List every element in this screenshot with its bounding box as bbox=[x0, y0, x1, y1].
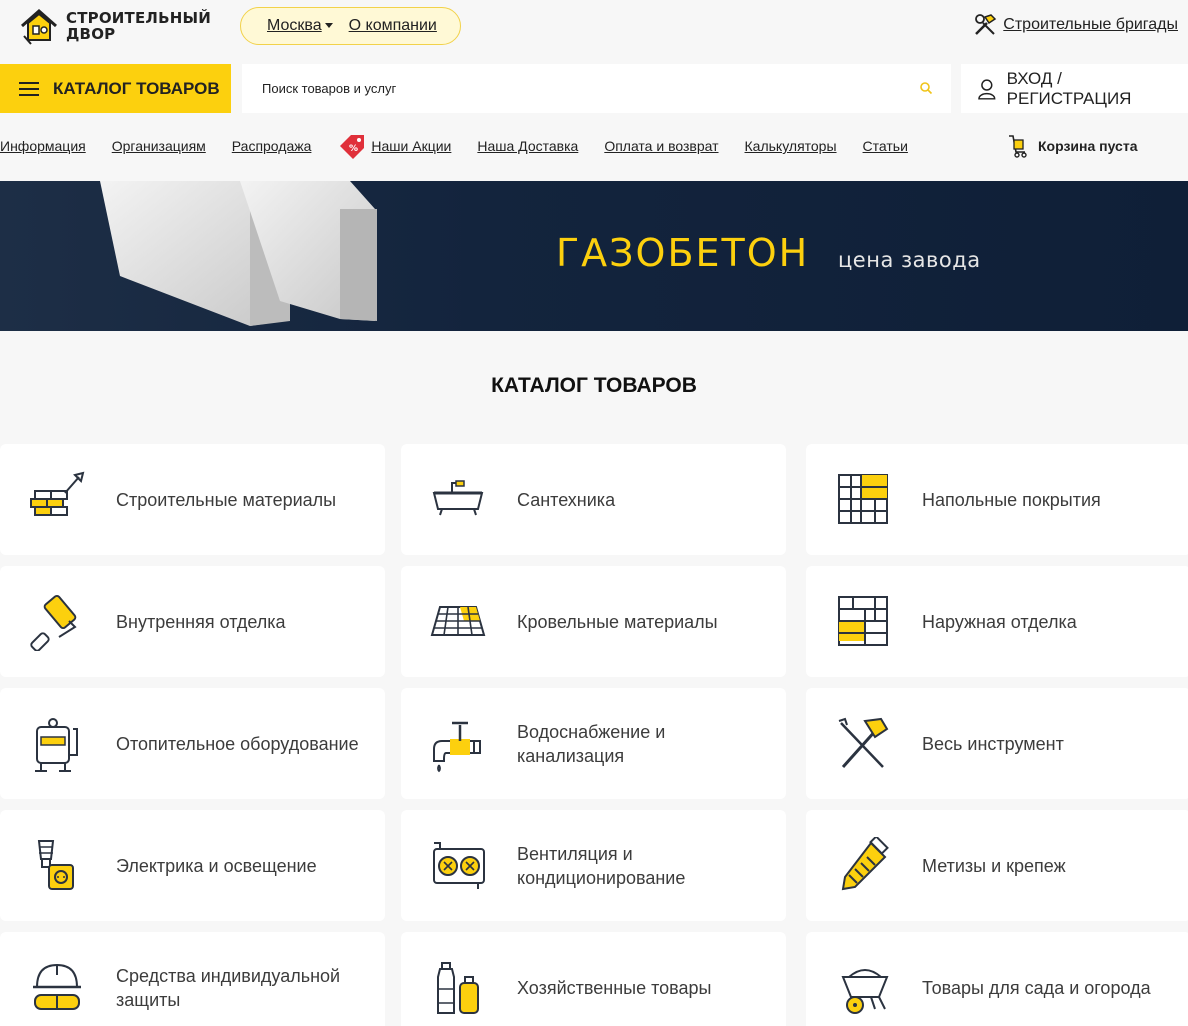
category-card[interactable]: Отопительное оборудование bbox=[0, 688, 385, 799]
user-icon bbox=[978, 78, 996, 100]
hammer-screwdriver-icon bbox=[806, 688, 922, 799]
category-label: Водоснабжение и канализация bbox=[517, 721, 666, 766]
search-icon[interactable] bbox=[919, 81, 933, 95]
category-card[interactable]: Средства индивидуальной защиты bbox=[0, 932, 385, 1026]
bricks-trowel-icon bbox=[0, 444, 116, 555]
bathtub-icon bbox=[401, 444, 517, 555]
house-logo-icon bbox=[21, 8, 57, 45]
nav-item-payment[interactable]: Оплата и возврат bbox=[604, 138, 718, 154]
wheelbarrow-icon bbox=[806, 932, 922, 1026]
aerated-concrete-blocks-image bbox=[100, 181, 377, 326]
discount-tag-icon: % bbox=[340, 135, 365, 159]
category-card[interactable]: Кровельные материалы bbox=[401, 566, 786, 677]
nav-item-articles[interactable]: Статьи bbox=[863, 138, 908, 154]
nav-item-organizations[interactable]: Организациям bbox=[112, 138, 206, 154]
nav-item-sale[interactable]: Распродажа bbox=[232, 138, 312, 154]
category-label: Строительные материалы bbox=[116, 489, 337, 510]
svg-text:%: % bbox=[349, 144, 358, 154]
city-label: Москва bbox=[267, 17, 322, 34]
category-label: Отопительное оборудование bbox=[116, 733, 359, 754]
cleaning-bottles-icon bbox=[401, 932, 517, 1026]
category-card[interactable]: Товары для сада и огорода bbox=[806, 932, 1188, 1026]
logo-line1: СТРОИТЕЛЬНЫЙ bbox=[66, 9, 211, 27]
boiler-icon bbox=[0, 688, 116, 799]
category-card[interactable]: Напольные покрытия bbox=[806, 444, 1188, 555]
catalog-title: КАТАЛОГ ТОВАРОВ bbox=[491, 374, 697, 397]
banner-subtitle: цена завода bbox=[838, 248, 981, 272]
about-link[interactable]: О компании bbox=[349, 17, 437, 35]
login-label: ВХОД / РЕГИСТРАЦИЯ bbox=[1006, 68, 1132, 108]
caret-down-icon bbox=[324, 23, 333, 29]
ventilation-unit-icon bbox=[401, 810, 517, 921]
top-bar: СТРОИТЕЛЬНЫЙ ДВОР Москва О компании Стро… bbox=[0, 0, 1188, 54]
search-bar bbox=[242, 64, 951, 113]
category-label: Весь инструмент bbox=[922, 733, 1064, 754]
city-about-pill: Москва О компании bbox=[240, 7, 461, 45]
cart-link[interactable]: Корзина пуста bbox=[1006, 134, 1137, 158]
category-label: Кровельные материалы bbox=[517, 611, 718, 632]
nav-item-calculators[interactable]: Калькуляторы bbox=[745, 138, 837, 154]
category-label: Метизы и крепеж bbox=[922, 855, 1066, 876]
screw-icon bbox=[806, 810, 922, 921]
category-card[interactable]: Сантехника bbox=[401, 444, 786, 555]
category-card[interactable]: Внутренняя отделка bbox=[0, 566, 385, 677]
brigades-link[interactable]: Строительные бригады bbox=[1003, 16, 1178, 34]
category-card[interactable]: Строительные материалы bbox=[0, 444, 385, 555]
search-input[interactable] bbox=[262, 81, 902, 96]
category-label: Средства индивидуальной защиты bbox=[116, 965, 341, 1010]
category-label: Сантехника bbox=[517, 489, 616, 510]
cart-label: Корзина пуста bbox=[1038, 138, 1138, 154]
nav-item-promos[interactable]: % Наши Акции bbox=[337, 132, 451, 160]
catalog-button-label: КАТАЛОГ ТОВАРОВ bbox=[53, 78, 220, 98]
banner-title: ГАЗОБЕТОН bbox=[556, 231, 810, 275]
nav-item-promos-label: Наши Акции bbox=[371, 138, 452, 154]
helmet-goggles-icon bbox=[0, 932, 116, 1026]
category-card[interactable]: Весь инструмент bbox=[806, 688, 1188, 799]
category-label: Электрика и освещение bbox=[116, 855, 317, 876]
nav-item-delivery[interactable]: Наша Доставка bbox=[477, 138, 578, 154]
category-card[interactable]: Вентиляция и кондиционирование bbox=[401, 810, 786, 921]
facade-panels-icon bbox=[806, 566, 922, 677]
logo-line2: ДВОР bbox=[66, 25, 116, 43]
category-card[interactable]: Наружная отделка bbox=[806, 566, 1188, 677]
main-nav: Информация Организациям Распродажа % Наш… bbox=[0, 128, 934, 164]
floor-tiles-icon bbox=[806, 444, 922, 555]
cart-icon bbox=[1009, 135, 1027, 158]
logo[interactable]: СТРОИТЕЛЬНЫЙ ДВОР bbox=[18, 6, 211, 46]
catalog-button[interactable]: КАТАЛОГ ТОВАРОВ bbox=[0, 64, 231, 113]
category-card[interactable]: Водоснабжение и канализация bbox=[401, 688, 786, 799]
category-label: Хозяйственные товары bbox=[517, 977, 712, 998]
menu-icon bbox=[19, 81, 39, 96]
category-card[interactable]: Хозяйственные товары bbox=[401, 932, 786, 1026]
nav-item-info[interactable]: Информация bbox=[0, 138, 86, 154]
roof-tiles-icon bbox=[401, 566, 517, 677]
city-selector[interactable]: Москва bbox=[267, 17, 333, 35]
category-label: Наружная отделка bbox=[922, 611, 1077, 632]
category-card[interactable]: Метизы и крепеж bbox=[806, 810, 1188, 921]
category-card[interactable]: Электрика и освещение bbox=[0, 810, 385, 921]
bulb-socket-icon bbox=[0, 810, 116, 921]
paint-roller-icon bbox=[0, 566, 116, 677]
promo-banner[interactable]: ГАЗОБЕТОН цена завода bbox=[0, 181, 1188, 331]
category-label: Вентиляция и кондиционирование bbox=[517, 843, 686, 888]
hammer-wrench-icon bbox=[975, 14, 997, 35]
category-label: Напольные покрытия bbox=[922, 489, 1101, 510]
login-button[interactable]: ВХОД / РЕГИСТРАЦИЯ bbox=[961, 64, 1188, 113]
category-label: Товары для сада и огорода bbox=[922, 977, 1151, 998]
water-tap-icon bbox=[401, 688, 517, 799]
brigades-link-wrap[interactable]: Строительные бригады bbox=[973, 13, 1178, 37]
category-label: Внутренняя отделка bbox=[116, 611, 286, 632]
